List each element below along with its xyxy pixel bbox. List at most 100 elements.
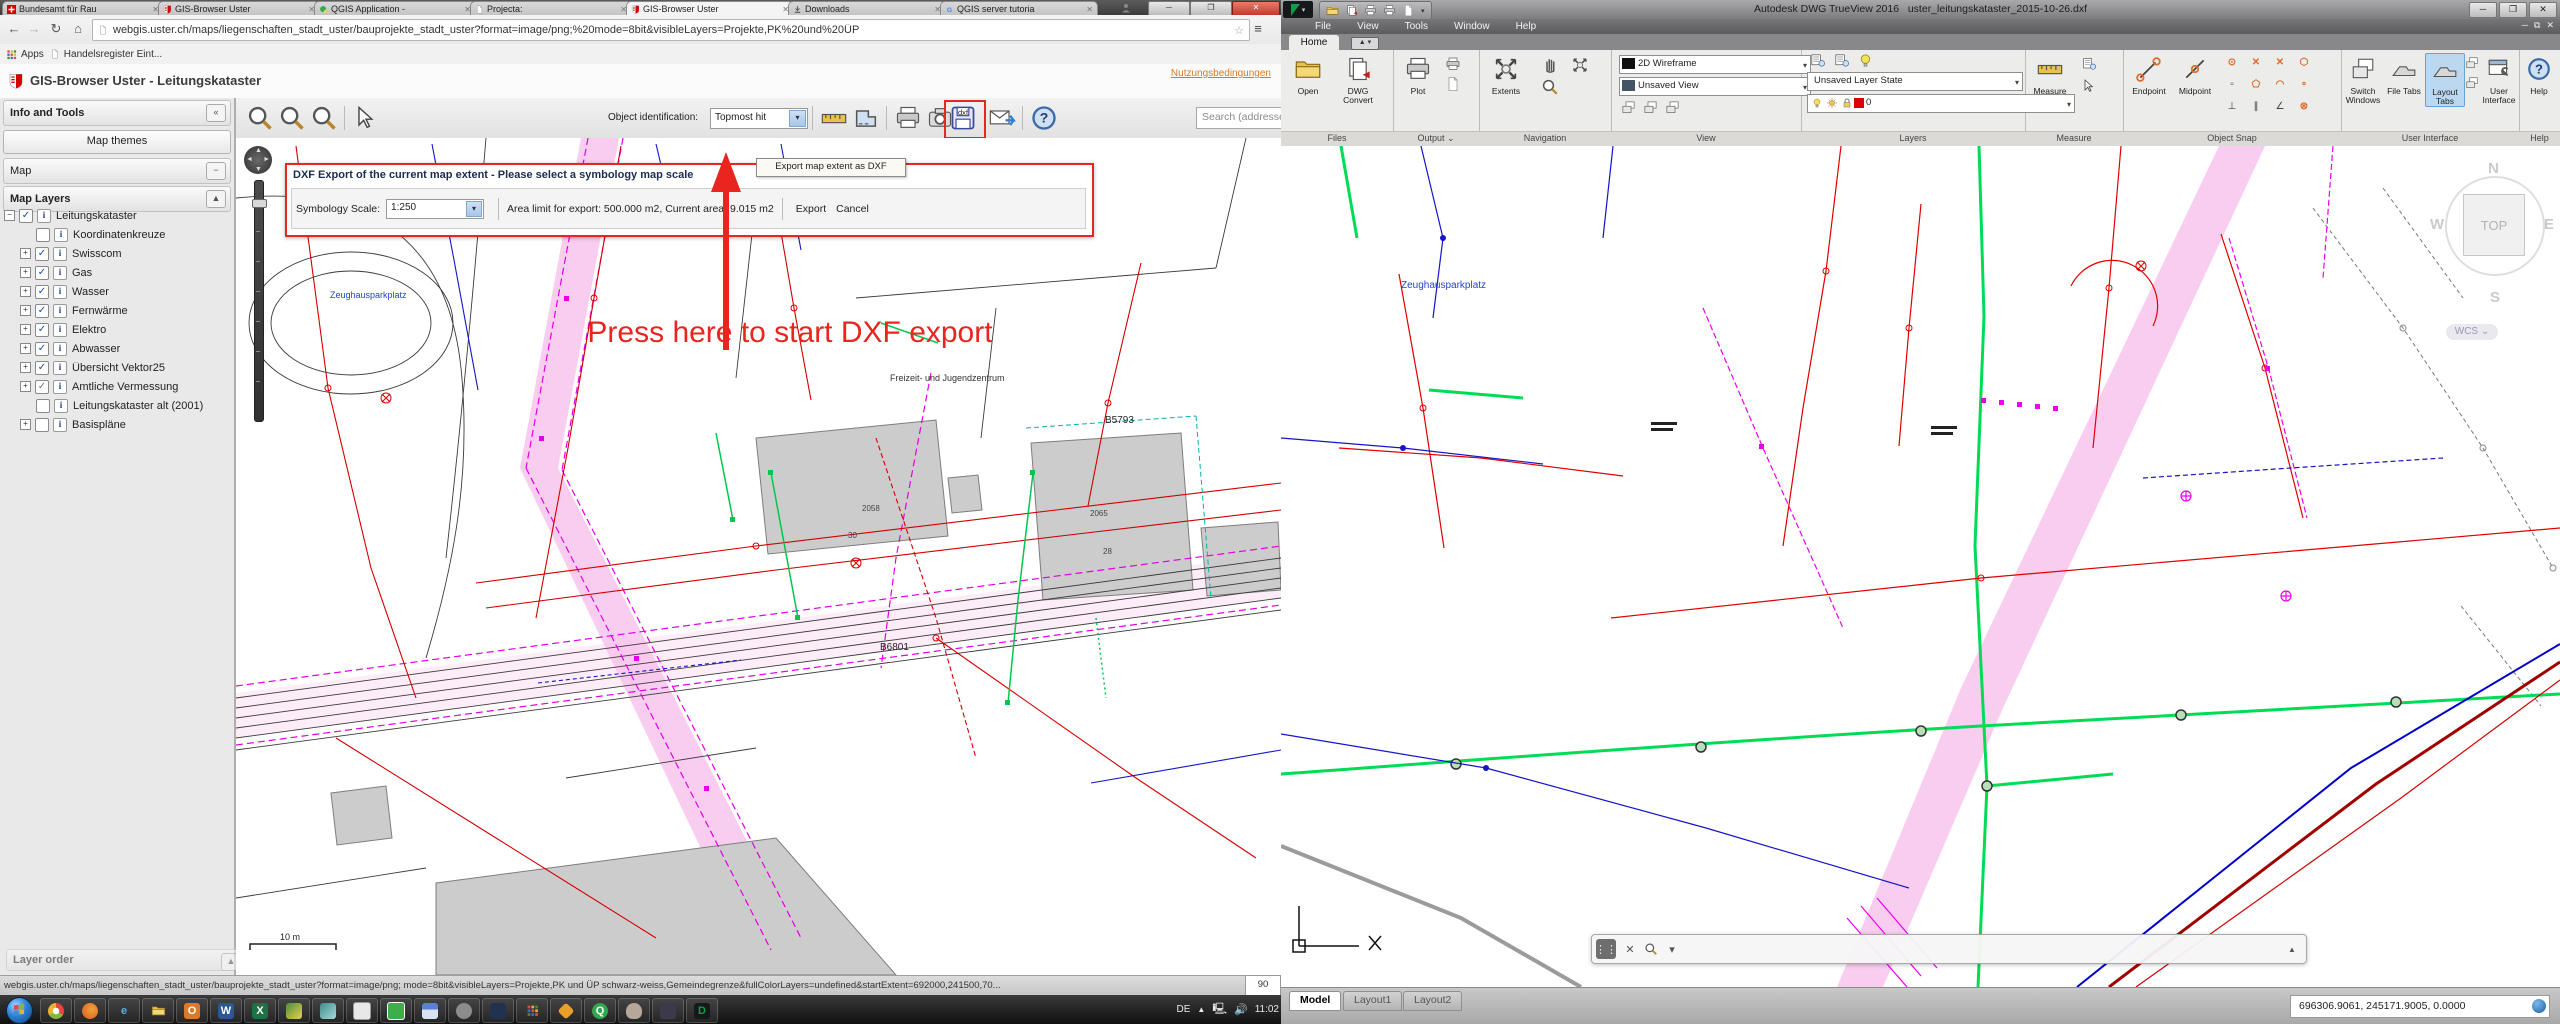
dropdown-arrow-icon[interactable]: ▾ (789, 110, 806, 127)
zoom-previous-icon[interactable] (278, 104, 306, 132)
layout2-tab[interactable]: Layout2 (1403, 991, 1462, 1011)
command-customize-icon[interactable]: ▾ (1662, 939, 1682, 959)
volume-icon[interactable]: 🔊 (1234, 1003, 1248, 1016)
layer-row-elektro[interactable]: + ✓ i Elektro (0, 320, 234, 339)
ribbon-tab-home[interactable]: Home (1289, 35, 1339, 50)
layer-checkbox-checked[interactable]: ✓ (35, 361, 49, 375)
midpoint-snap-button[interactable]: Midpoint (2173, 53, 2217, 96)
layer-row-amtliche-vermessung[interactable]: + ✓ i Amtliche Vermessung (0, 377, 234, 396)
stacked-windows-icon[interactable] (2465, 56, 2479, 70)
window-maximize-button[interactable]: ❐ (1190, 1, 1232, 16)
viewport-icon[interactable] (1665, 100, 1680, 115)
command-line-bar[interactable]: ⋮⋮ ✕ ▾ ▲ (1591, 934, 2307, 964)
center-snap-icon[interactable]: ⊙ (2223, 54, 2241, 70)
zoom-slider-handle[interactable] (252, 199, 267, 208)
application-menu-button[interactable]: ▾ (1283, 1, 1313, 18)
geometric-center-snap-icon[interactable]: ⬠ (2247, 76, 2265, 92)
layer-info-icon[interactable]: i (54, 228, 68, 242)
tab-bundesamt[interactable]: Bundesamt für Rau ✕ (2, 1, 164, 16)
cad-drawing-viewport[interactable]: Zeughausparkplatz N W E S TOP WCS ⌄ (1281, 146, 2560, 987)
expand-node-icon[interactable]: + (20, 381, 31, 392)
navigation-bar-icon[interactable] (1643, 100, 1658, 115)
dropdown-arrow-icon[interactable]: ▾ (466, 201, 482, 217)
pan-hand-icon[interactable] (1541, 56, 1559, 74)
file-tabs-button[interactable]: File Tabs (2385, 53, 2423, 96)
user-interface-button[interactable]: User Interface (2479, 53, 2519, 105)
taskbar-gimp-wilber[interactable] (618, 998, 650, 1023)
print-icon[interactable] (894, 104, 922, 132)
expand-node-icon[interactable]: + (20, 305, 31, 316)
layer-row-leitungskataster-alt[interactable]: i Leitungskataster alt (2001) (0, 396, 234, 415)
layout1-tab[interactable]: Layout1 (1343, 991, 1402, 1011)
qat-open-icon[interactable] (1326, 4, 1339, 17)
tangent-snap-icon[interactable]: ◠ (2271, 76, 2289, 92)
reload-icon[interactable]: ↻ (46, 19, 66, 39)
expand-node-icon[interactable]: + (20, 343, 31, 354)
expand-node-icon[interactable]: + (20, 248, 31, 259)
layer-checkbox-unchecked[interactable] (36, 399, 50, 413)
map-canvas[interactable]: Zeughausparkplatz Berchtoldstr. Freizeit… (236, 138, 1281, 975)
layer-row-uebersicht-vektor25[interactable]: + ✓ i Übersicht Vektor25 (0, 358, 234, 377)
send-email-icon[interactable] (988, 104, 1016, 132)
menu-file[interactable]: File (1315, 21, 1331, 32)
taskbar-calculator[interactable] (414, 998, 446, 1023)
tab-projecta[interactable]: Projecta: ✕ (470, 1, 632, 16)
qat-dwg-convert-icon[interactable] (1345, 4, 1358, 17)
command-close-icon[interactable]: ✕ (1620, 939, 1640, 959)
layout-tabs-button-active[interactable]: Layout Tabs (2425, 53, 2465, 107)
taskbar-text-editor[interactable] (346, 998, 378, 1023)
taskbar-firefox[interactable] (74, 998, 106, 1023)
compass-east[interactable]: E (2544, 216, 2554, 233)
qat-plot-icon[interactable] (1364, 4, 1377, 17)
map-themes-button[interactable]: Map themes (3, 130, 231, 154)
identify-pointer-icon[interactable] (352, 104, 380, 132)
taskbar-fme-workbench[interactable] (380, 998, 412, 1023)
perpendicular-snap-icon[interactable]: ⊥ (2223, 98, 2241, 114)
qat-preview-icon[interactable] (1402, 4, 1415, 17)
layer-info-icon[interactable]: i (53, 247, 67, 261)
taskbar-chrome[interactable] (40, 998, 72, 1023)
chrome-menu-icon[interactable]: ≡ (1248, 19, 1268, 39)
layer-checkbox-checked[interactable]: ✓ (35, 304, 49, 318)
taskbar-sql-developer[interactable] (482, 998, 514, 1023)
taskbar-windows-explorer[interactable] (142, 998, 174, 1023)
menu-window[interactable]: Window (1454, 21, 1490, 32)
taskbar-gimp[interactable] (448, 998, 480, 1023)
tray-expand-icon[interactable]: ▲ (1197, 1005, 1205, 1014)
layer-row-leitungskataster[interactable]: − ✓ i Leitungskataster (0, 206, 234, 225)
bookmark-handelsregister[interactable]: Handelsregister Eint... (50, 49, 162, 60)
map-viewport[interactable]: Zeughausparkplatz Berchtoldstr. Freizeit… (236, 138, 1281, 975)
tiled-windows-icon[interactable] (2465, 76, 2479, 90)
dwg-convert-button[interactable]: DWG Convert (1339, 53, 1377, 105)
menu-help[interactable]: Help (1516, 21, 1537, 32)
compass-west[interactable]: W (2430, 216, 2444, 233)
orbit-icon[interactable] (1571, 56, 1589, 74)
map-zoom-control[interactable]: ▲▼ ◄► (244, 146, 274, 446)
taskbar-qgis[interactable]: Q (584, 998, 616, 1023)
open-button[interactable]: Open (1289, 53, 1327, 96)
command-grip-icon[interactable]: ⋮⋮ (1596, 939, 1616, 959)
help-icon[interactable] (1030, 104, 1058, 132)
layer-info-icon[interactable]: i (54, 399, 68, 413)
terms-of-use-link[interactable]: Nutzungsbedingungen (1171, 68, 1271, 79)
measure-button[interactable]: Measure (2031, 53, 2069, 96)
view-cube[interactable]: N W E S TOP (2440, 164, 2550, 314)
taskbar-sharepoint[interactable] (516, 998, 548, 1023)
doc-minimize-icon[interactable]: ─ (2522, 20, 2528, 31)
layer-info-icon[interactable]: i (53, 304, 67, 318)
expand-node-icon[interactable]: + (20, 267, 31, 278)
layer-checkbox-checked[interactable]: ✓ (35, 247, 49, 261)
layer-info-icon[interactable]: i (53, 285, 67, 299)
address-bar[interactable]: webgis.uster.ch/maps/liegenschaften_stad… (92, 19, 1250, 41)
extension-snap-icon[interactable]: ∠ (2271, 98, 2289, 114)
layer-order-panel-header[interactable]: Layer order ▲ (6, 949, 246, 971)
layer-info-icon[interactable]: i (53, 266, 67, 280)
plot-button[interactable]: Plot (1399, 53, 1437, 96)
layer-row-koordinatenkreuze[interactable]: i Koordinatenkreuze (0, 225, 234, 244)
switch-windows-button[interactable]: Switch Windows (2343, 53, 2383, 105)
expand-node-icon[interactable]: + (20, 419, 31, 430)
window-minimize-button[interactable]: ─ (1148, 1, 1190, 16)
wcs-dropdown[interactable]: WCS ⌄ (2446, 324, 2498, 340)
collapse-minus-icon[interactable]: − (206, 162, 226, 180)
command-search-icon[interactable] (1644, 942, 1658, 956)
